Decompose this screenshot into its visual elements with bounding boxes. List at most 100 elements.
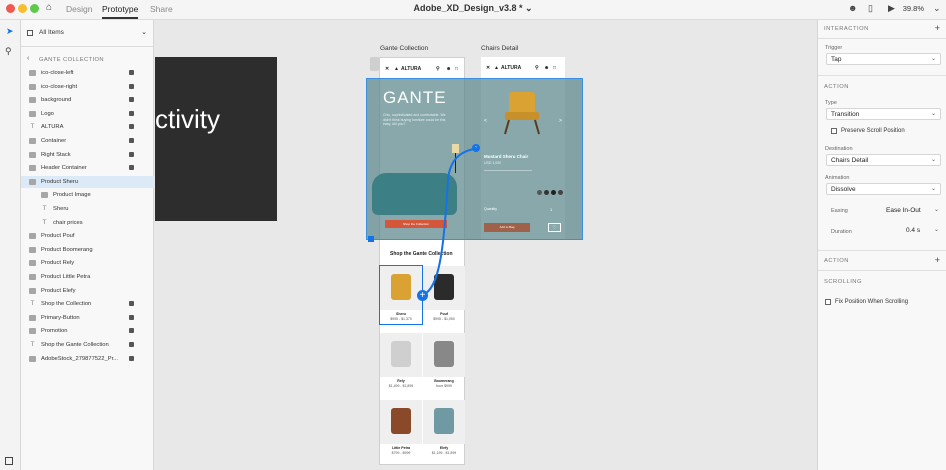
layer-item[interactable]: ico-close-right [21, 81, 154, 93]
brand-label: ALTURA [401, 66, 422, 72]
product-price: $799 - $999 [391, 451, 411, 455]
add-interaction-icon[interactable]: + [935, 23, 940, 33]
lock-icon[interactable] [129, 314, 134, 320]
product-price: $995 - $1,370 [390, 317, 412, 321]
destination-dropdown[interactable]: Chairs Detail ⌄ [826, 154, 941, 166]
easing-dropdown[interactable]: Ease In-Out ⌄ [886, 206, 941, 218]
layer-label: Sheru [53, 206, 69, 212]
layer-item[interactable]: Product Pouf [21, 230, 154, 242]
layer-item[interactable]: Product Rely [21, 257, 154, 269]
lock-icon[interactable] [129, 301, 134, 307]
document-title[interactable]: Adobe_XD_Design_v3.8 * ⌄ [0, 3, 946, 14]
product-card[interactable]: Little Petra $799 - $999 [380, 400, 422, 458]
layer-item[interactable]: Container [21, 135, 154, 147]
product-name: Pouf [440, 312, 448, 316]
layer-item[interactable]: Product Image [21, 189, 154, 201]
bag-icon: □ [553, 65, 557, 71]
lock-icon[interactable] [129, 83, 134, 89]
layer-item[interactable]: Product Elefy [21, 285, 154, 297]
lock-icon[interactable] [129, 342, 134, 347]
lock-icon[interactable] [129, 138, 134, 143]
trigger-label: Trigger [825, 45, 843, 51]
zoom-level[interactable]: 39.8% [903, 4, 924, 13]
lock-icon[interactable] [129, 355, 134, 361]
layer-item[interactable]: Logo [21, 108, 154, 120]
product-card[interactable]: Rely $1,499 - $1,899 [380, 333, 422, 391]
layer-item[interactable]: Header Container [21, 162, 154, 174]
destination-label: Destination [825, 146, 853, 152]
artboard-label-chairs[interactable]: Chairs Detail [481, 45, 518, 52]
search-icon[interactable]: ⚲ [5, 46, 12, 57]
type-dropdown[interactable]: Transition ⌄ [826, 108, 941, 120]
search-icon: ⚲ [535, 65, 539, 71]
layer-item[interactable]: Promotion [21, 325, 154, 337]
layer-label: Header Container [41, 165, 87, 172]
back-icon[interactable]: ‹ [27, 55, 29, 62]
type-value: Transition [831, 111, 860, 118]
lock-icon[interactable] [129, 70, 134, 75]
user-icon: ☻ [544, 65, 550, 71]
layer-item[interactable]: T Shop the Gante Collection [21, 339, 154, 351]
chevron-down-icon: ⌄ [930, 111, 936, 117]
preserve-scroll-checkbox[interactable] [831, 128, 837, 134]
layers-icon[interactable] [5, 457, 13, 465]
user-icon[interactable]: ☻ [848, 3, 857, 13]
color-swatches [537, 190, 563, 195]
artboard-label-gante[interactable]: Gante Collection [380, 45, 428, 52]
fix-position-checkbox[interactable] [825, 299, 831, 305]
layer-item[interactable]: Product Sheru [21, 175, 154, 188]
group-layer-icon [29, 151, 36, 158]
product-image [423, 400, 465, 444]
lock-icon[interactable] [129, 110, 134, 116]
title-bar: ⌂ Design Prototype Share Adobe_XD_Design… [0, 0, 946, 20]
layer-item[interactable]: Product Boomerang [21, 244, 154, 256]
product-card[interactable]: Elefy $1,199 - $1,599 [423, 400, 465, 458]
layer-item[interactable]: Primary-Button [21, 312, 154, 324]
lock-icon[interactable] [129, 151, 134, 157]
artboard-dark[interactable] [155, 57, 277, 221]
layer-item[interactable]: ico-close-left [21, 67, 154, 79]
layer-item[interactable]: T Shop the Collection [21, 298, 154, 310]
brand-label: ALTURA [501, 65, 522, 71]
layer-item[interactable]: T ALTURA [21, 121, 154, 133]
product-name: Boomerang [434, 379, 454, 383]
product-image [423, 333, 465, 377]
add-wire-icon[interactable]: + [417, 290, 428, 301]
chevron-down-icon[interactable]: ⌄ [933, 3, 941, 14]
layer-item[interactable]: T Sheru [21, 203, 154, 215]
layer-label: background [41, 97, 72, 104]
lock-icon[interactable] [129, 165, 134, 171]
add-to-bag-button[interactable]: Add to Bag [484, 223, 530, 232]
logo-icon: ▲ [494, 65, 499, 71]
group-layer-icon [29, 165, 36, 172]
layer-item[interactable]: Tchair prices [21, 217, 154, 229]
layer-label: Product Elefy [41, 287, 76, 294]
chevron-down-icon: ⌄ [930, 186, 936, 192]
layer-item[interactable]: background [21, 94, 154, 106]
trigger-dropdown[interactable]: Tap ⌄ [826, 53, 941, 65]
lock-icon[interactable] [129, 97, 134, 103]
prev-arrow-icon: < [484, 118, 487, 124]
prototype-wire[interactable] [366, 140, 486, 300]
mobile-preview-icon[interactable]: ▯ [868, 3, 873, 14]
product-card[interactable]: Boomerang from $999 [423, 333, 465, 391]
add-action-icon[interactable]: + [935, 255, 940, 265]
preserve-scroll-label: Preserve Scroll Position [841, 128, 905, 134]
home-artboard-icon[interactable] [370, 57, 379, 71]
chevron-down-icon: ⌄ [933, 227, 939, 233]
filter-dropdown[interactable]: All Items ⌄ [27, 28, 149, 40]
duration-input[interactable]: 0.4 s ⌄ [906, 226, 941, 238]
animation-dropdown[interactable]: Dissolve ⌄ [826, 183, 941, 195]
layer-item[interactable]: Right Stack [21, 149, 154, 161]
wishlist-icon[interactable]: ♡ [548, 223, 561, 232]
trigger-value: Tap [831, 56, 842, 63]
play-icon[interactable]: ▶ [888, 3, 895, 14]
fix-position-label: Fix Position When Scrolling [835, 299, 909, 305]
easing-label: Easing [831, 208, 848, 214]
lock-icon[interactable] [129, 328, 134, 334]
select-tool-icon[interactable]: ➤ [6, 26, 14, 37]
layer-item[interactable]: Product Little Petra [21, 271, 154, 283]
hero-subtitle: Chic, sophisticated and comfortable. We … [383, 113, 446, 126]
lock-icon[interactable] [129, 124, 134, 130]
layer-item[interactable]: AdobeStock_279877522_Pr... [21, 353, 154, 365]
